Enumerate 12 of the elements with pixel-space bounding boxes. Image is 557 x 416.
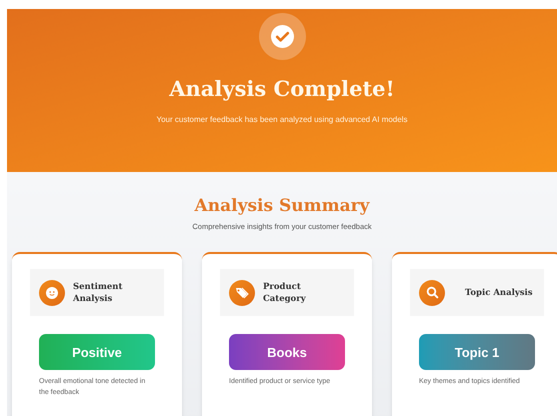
search-icon	[419, 280, 445, 306]
card-title: Topic Analysis	[465, 286, 533, 299]
smiley-icon	[39, 280, 65, 306]
hero-title: Analysis Complete!	[169, 76, 395, 102]
result-badge: Books	[229, 334, 345, 370]
tags-icon	[229, 280, 255, 306]
summary-title: Analysis Summary	[194, 195, 370, 217]
result-badge: Topic 1	[419, 334, 535, 370]
hero-subtitle: Your customer feedback has been analyzed using advanced AI models	[156, 114, 408, 126]
card-title: Product Category	[263, 280, 307, 305]
card-title: Sentiment Analysis	[73, 280, 124, 305]
result-badge: Positive	[39, 334, 155, 370]
